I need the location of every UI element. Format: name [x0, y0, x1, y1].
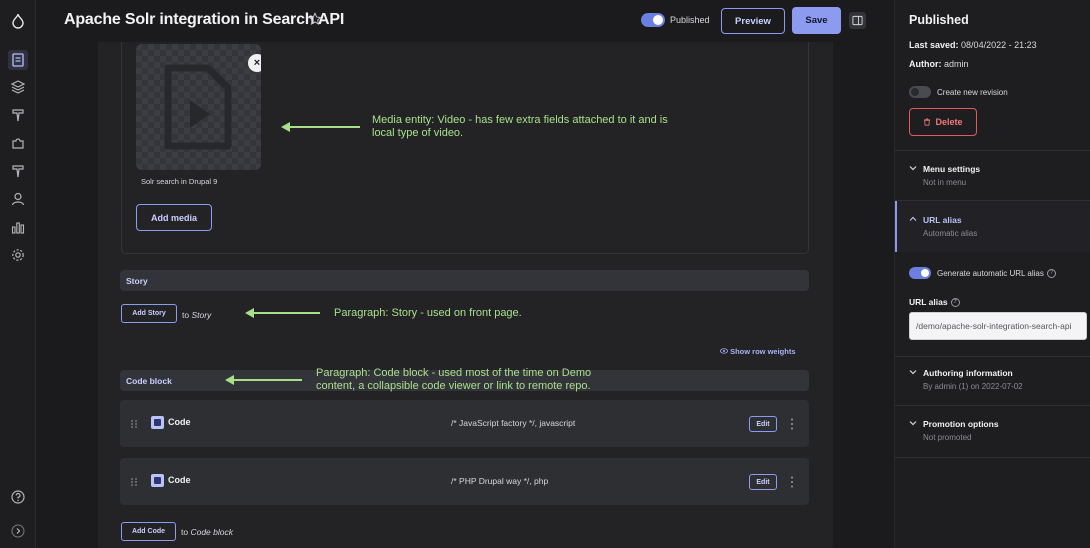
code-row: Code /* JavaScript factory */, javascrip… — [120, 400, 809, 447]
drag-handle-icon[interactable] — [130, 419, 138, 429]
add-code-button[interactable]: Add Code — [121, 522, 176, 541]
video-file-icon — [164, 64, 232, 150]
sidebar-panel-icon — [852, 15, 863, 26]
divider — [895, 150, 1090, 151]
code-block-section-title: Code block — [126, 376, 172, 386]
annotation-arrow-story — [245, 308, 320, 318]
sidebar-toggle-button[interactable] — [849, 12, 866, 29]
create-revision-label: Create new revision — [937, 88, 1008, 97]
media-field-widget: × Solr search in Drupal 9 Add media — [121, 42, 809, 254]
story-section-header: Story — [120, 270, 809, 291]
expand-toolbar-icon[interactable] — [8, 521, 28, 541]
code-paragraph-icon — [151, 474, 164, 487]
published-toggle-label: Published — [670, 15, 710, 25]
more-actions-icon[interactable] — [789, 475, 795, 489]
code-row: Code /* PHP Drupal way */, php Edit — [120, 458, 809, 505]
show-row-weights-link[interactable]: Show row weights — [720, 347, 796, 356]
code-row-summary: /* JavaScript factory */, javascript — [451, 418, 576, 428]
eye-icon — [720, 348, 728, 354]
delete-button[interactable]: Delete — [909, 108, 977, 136]
sidebar-status-title: Published — [909, 13, 969, 27]
url-alias-input[interactable] — [909, 312, 1087, 340]
url-alias-field-label: URL alias? — [909, 297, 960, 308]
chevron-down-icon — [909, 370, 917, 375]
add-code-target: to Code block — [181, 527, 233, 537]
last-saved: Last saved: 08/04/2022 - 21:23 — [909, 40, 1037, 50]
more-actions-icon[interactable] — [789, 417, 795, 431]
remove-media-button[interactable]: × — [248, 54, 261, 72]
annotation-arrow-code — [225, 375, 302, 385]
divider — [895, 405, 1090, 406]
published-toggle[interactable] — [641, 13, 665, 27]
code-row-name: Code — [168, 475, 191, 485]
author: Author: admin — [909, 59, 969, 69]
preview-button[interactable]: Preview — [721, 8, 785, 34]
chevron-up-icon — [909, 216, 917, 221]
save-button[interactable]: Save — [792, 7, 841, 34]
code-paragraph-icon — [151, 416, 164, 429]
divider — [895, 457, 1090, 458]
structure-icon[interactable] — [8, 77, 28, 97]
help-tooltip-icon[interactable]: ? — [950, 298, 960, 308]
settings-gear-icon[interactable] — [8, 245, 28, 265]
page-header: Apache Solr integration in Search API Pu… — [36, 0, 894, 42]
drupal-logo-icon[interactable] — [8, 11, 28, 31]
create-revision-toggle[interactable] — [909, 86, 931, 98]
url-alias-section[interactable]: URL alias Automatic alias — [895, 201, 1090, 252]
extend-icon[interactable] — [8, 133, 28, 153]
code-row-summary: /* PHP Drupal way */, php — [451, 476, 549, 486]
configuration-icon[interactable] — [8, 161, 28, 181]
help-icon[interactable] — [8, 487, 28, 507]
admin-toolbar — [0, 0, 36, 548]
chevron-down-icon — [909, 166, 917, 171]
annotation-story: Paragraph: Story - used on front page. — [334, 307, 522, 319]
generate-url-alias-label: Generate automatic URL alias? — [937, 269, 1056, 279]
content-icon[interactable] — [8, 50, 28, 70]
add-story-target: to Story — [182, 310, 212, 320]
favorite-star-icon[interactable] — [308, 12, 322, 26]
story-section-title: Story — [126, 276, 148, 286]
drag-handle-icon[interactable] — [130, 477, 138, 487]
meta-sidebar: Published Last saved: 08/04/2022 - 21:23… — [894, 0, 1090, 548]
generate-url-alias-toggle[interactable] — [909, 267, 931, 279]
chevron-down-icon — [909, 421, 917, 426]
media-thumbnail[interactable]: × — [136, 44, 261, 170]
appearance-icon[interactable] — [8, 105, 28, 125]
add-media-button[interactable]: Add media — [136, 204, 212, 231]
divider — [895, 356, 1090, 357]
help-tooltip-icon[interactable]: ? — [1046, 269, 1056, 279]
page-title: Apache Solr integration in Search API — [64, 11, 345, 28]
people-icon[interactable] — [8, 189, 28, 209]
reports-icon[interactable] — [8, 217, 28, 237]
media-caption: Solr search in Drupal 9 — [141, 177, 218, 186]
annotation-code-block: Paragraph: Code block - used most of the… — [316, 367, 592, 392]
edit-code-button[interactable]: Edit — [749, 474, 777, 490]
edit-code-button[interactable]: Edit — [749, 416, 777, 432]
add-story-button[interactable]: Add Story — [121, 304, 177, 323]
trash-icon — [924, 118, 931, 126]
annotation-media: Media entity: Video - has few extra fiel… — [372, 114, 668, 139]
annotation-arrow-media — [281, 122, 360, 132]
code-row-name: Code — [168, 417, 191, 427]
